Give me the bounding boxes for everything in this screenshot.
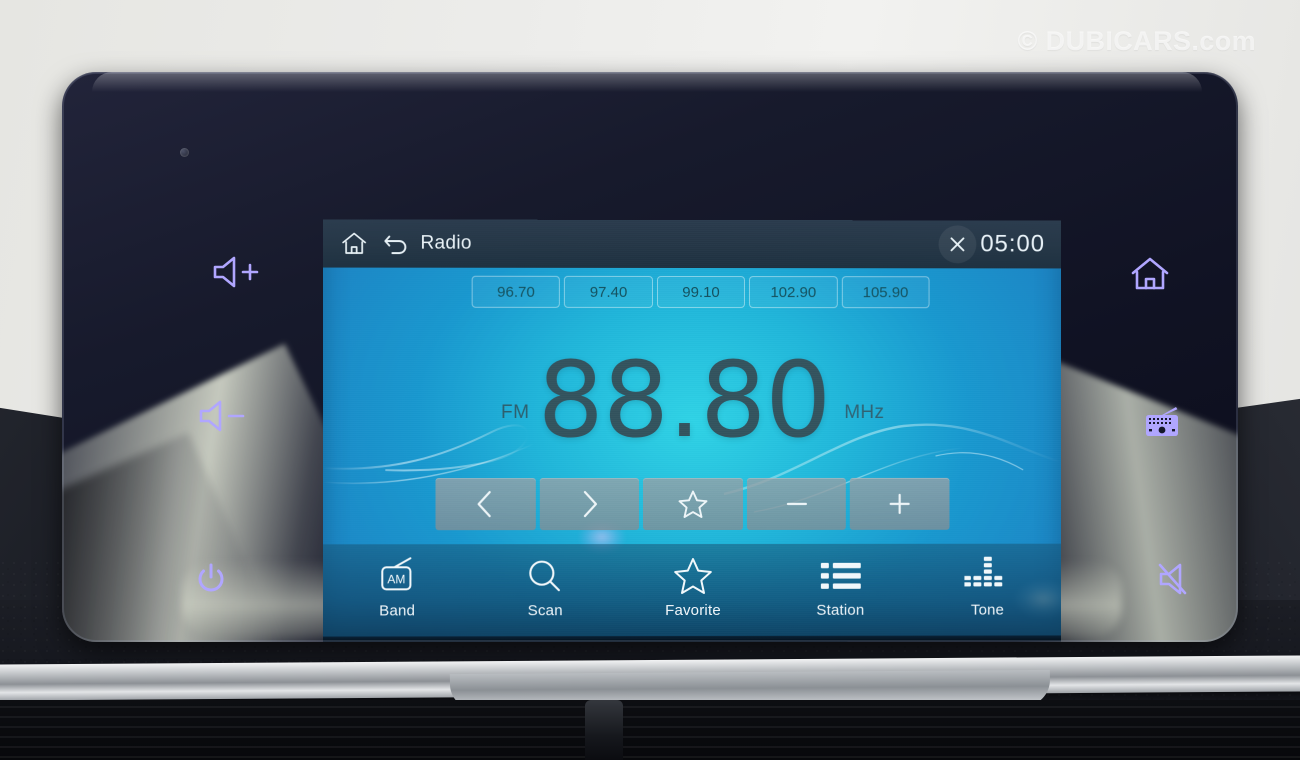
preset-button[interactable]: 105.90 <box>841 276 930 309</box>
screen-title: Radio <box>420 232 472 254</box>
frequency-display: FM 88.80 MHz <box>323 338 1061 462</box>
air-vent-slats <box>0 706 1300 760</box>
preset-list: 96.70 97.40 99.10 102.90 105.90 <box>471 275 930 309</box>
station-label: Station <box>816 601 865 619</box>
favorite-button[interactable] <box>643 477 743 531</box>
volume-down-button[interactable] <box>194 394 258 438</box>
screen-title-bar: Radio 05:00 <box>322 219 1061 269</box>
preset-button[interactable]: 99.10 <box>656 275 746 309</box>
clock-time: 05:00 <box>980 230 1046 258</box>
close-icon[interactable] <box>938 225 977 264</box>
bottom-toolbar: AM Band Scan Favorite Station Tone <box>322 543 1061 642</box>
list-icon <box>818 554 862 598</box>
star-icon <box>672 554 714 598</box>
photo-scene: Radio 05:00 96.70 97.40 99.10 102.90 105… <box>0 0 1300 760</box>
tuner-controls <box>435 477 950 531</box>
title-bar-right: 05:00 <box>938 225 1060 264</box>
tune-up-button[interactable] <box>850 477 950 530</box>
chevron-left-icon <box>476 490 490 517</box>
equalizer-icon <box>964 554 1011 598</box>
next-station-button[interactable] <box>539 478 640 531</box>
band-button[interactable]: AM Band <box>323 544 471 619</box>
screen-bottom-edge <box>322 635 1061 642</box>
chevron-right-icon <box>583 490 598 517</box>
preset-button[interactable]: 96.70 <box>471 275 561 308</box>
mute-button-bezel[interactable] <box>1154 558 1200 600</box>
minus-icon <box>786 503 808 506</box>
head-unit: Radio 05:00 96.70 97.40 99.10 102.90 105… <box>62 72 1238 642</box>
bezel-highlight-top <box>92 72 1202 92</box>
preset-button[interactable]: 97.40 <box>564 275 653 308</box>
am-radio-icon: AM <box>374 554 420 598</box>
preset-button[interactable]: 102.90 <box>749 276 838 309</box>
tune-down-button[interactable] <box>746 477 847 530</box>
favorite-button[interactable]: Favorite <box>619 544 767 619</box>
search-icon <box>524 554 566 598</box>
station-button[interactable]: Station <box>767 544 914 619</box>
frequency-unit: MHz <box>844 402 885 424</box>
home-icon[interactable] <box>339 228 369 258</box>
band-label: Band <box>379 602 416 620</box>
svg-text:AM: AM <box>387 572 405 586</box>
previous-station-button[interactable] <box>435 478 536 531</box>
star-icon <box>678 490 708 518</box>
plus-icon <box>883 487 917 521</box>
air-vent-divider <box>585 700 623 760</box>
favorite-label: Favorite <box>665 601 721 620</box>
scan-button[interactable]: Scan <box>471 544 619 619</box>
power-button[interactable] <box>190 558 232 600</box>
lcd-screen[interactable]: Radio 05:00 96.70 97.40 99.10 102.90 105… <box>322 219 1061 642</box>
back-arrow-icon[interactable] <box>381 229 411 259</box>
tone-button[interactable]: Tone <box>914 544 1061 619</box>
watermark: © DUBICARS.com <box>1017 26 1256 56</box>
home-button-bezel[interactable] <box>1126 252 1174 296</box>
frequency-value: 88.80 <box>537 338 831 462</box>
sensor-dot <box>180 148 189 157</box>
scan-label: Scan <box>527 602 563 620</box>
band-label: FM <box>501 401 530 423</box>
radio-button-bezel[interactable] <box>1140 402 1184 442</box>
volume-up-button[interactable] <box>208 250 272 294</box>
tone-label: Tone <box>970 601 1005 619</box>
